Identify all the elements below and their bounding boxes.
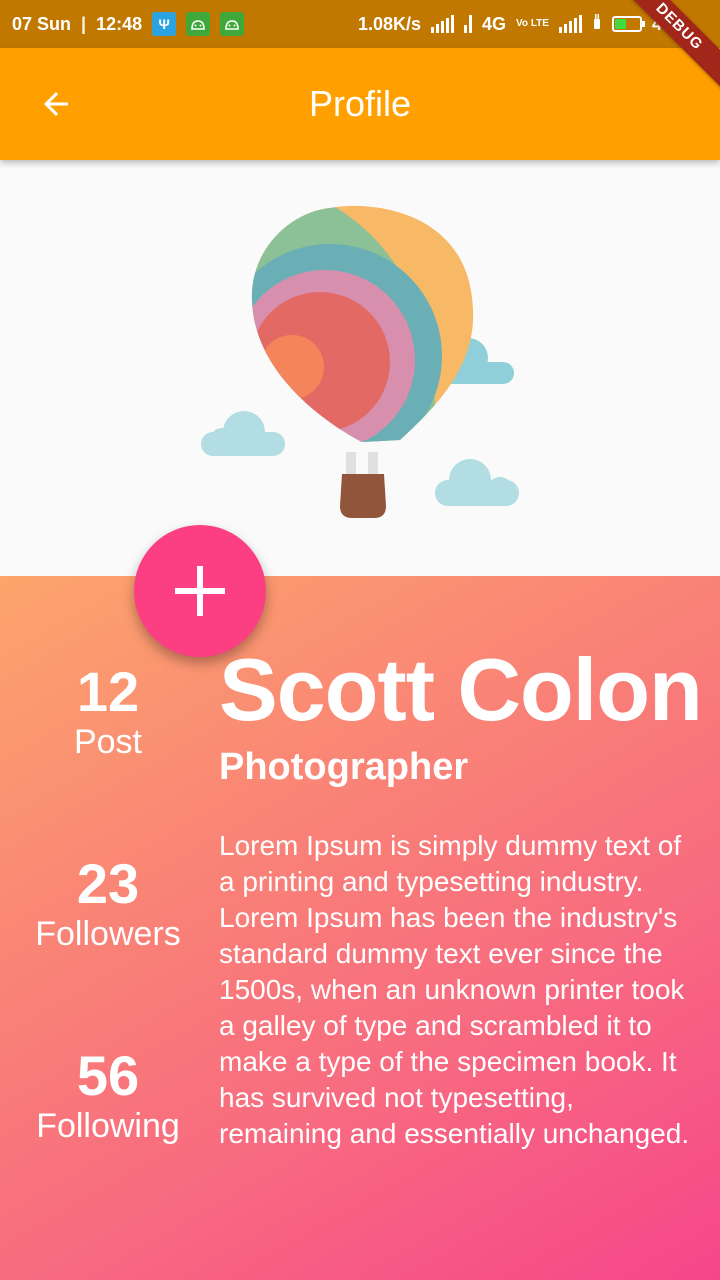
network-speed: 1.08K/s [357,13,421,34]
stat-value: 12 [76,660,140,723]
status-left: 07 Sun | 12:48 Ψ [12,12,245,36]
stat-following[interactable]: 56 Following [0,1046,216,1146]
status-bar: 07 Sun | 12:48 Ψ 1.08K/s 4G Vo LTE 48% [0,0,720,48]
stat-label: Followers [35,915,181,953]
network-type: 4G [481,13,506,34]
signal-icon [558,15,582,33]
profile-role: Photographer [219,746,469,788]
plus-icon [175,566,225,616]
stat-post[interactable]: 12 Post [0,662,216,762]
android-icon [220,12,245,36]
stat-label: Post [73,723,143,761]
back-button[interactable] [26,74,86,134]
cloud-icon [435,459,519,506]
add-button[interactable] [134,525,266,657]
arrow-left-icon [44,92,68,116]
page-title: Profile [308,83,412,124]
android-icon [186,12,211,36]
profile-bio: Lorem Ipsum is simply dummy text of a pr… [219,830,690,1149]
stat-value: 23 [76,852,140,915]
stat-value: 56 [76,1044,140,1107]
app-bar: Profile [0,48,720,160]
status-separator: | [81,13,87,34]
volte-icon: Vo LTE [516,18,549,29]
stat-label: Following [36,1107,180,1145]
signal-icon [430,15,454,33]
battery-icon [611,16,645,32]
status-time: 12:48 [96,13,143,34]
signal-icon [463,15,472,33]
cloud-icon [201,411,285,456]
hot-air-balloon-illustration [201,205,519,518]
charging-icon [592,13,602,36]
hero-image [0,160,720,576]
usb-icon: Ψ [152,12,177,36]
status-date: 07 Sun [12,13,72,34]
stat-followers[interactable]: 23 Followers [0,854,216,954]
profile-name: Scott Colon [219,640,703,739]
